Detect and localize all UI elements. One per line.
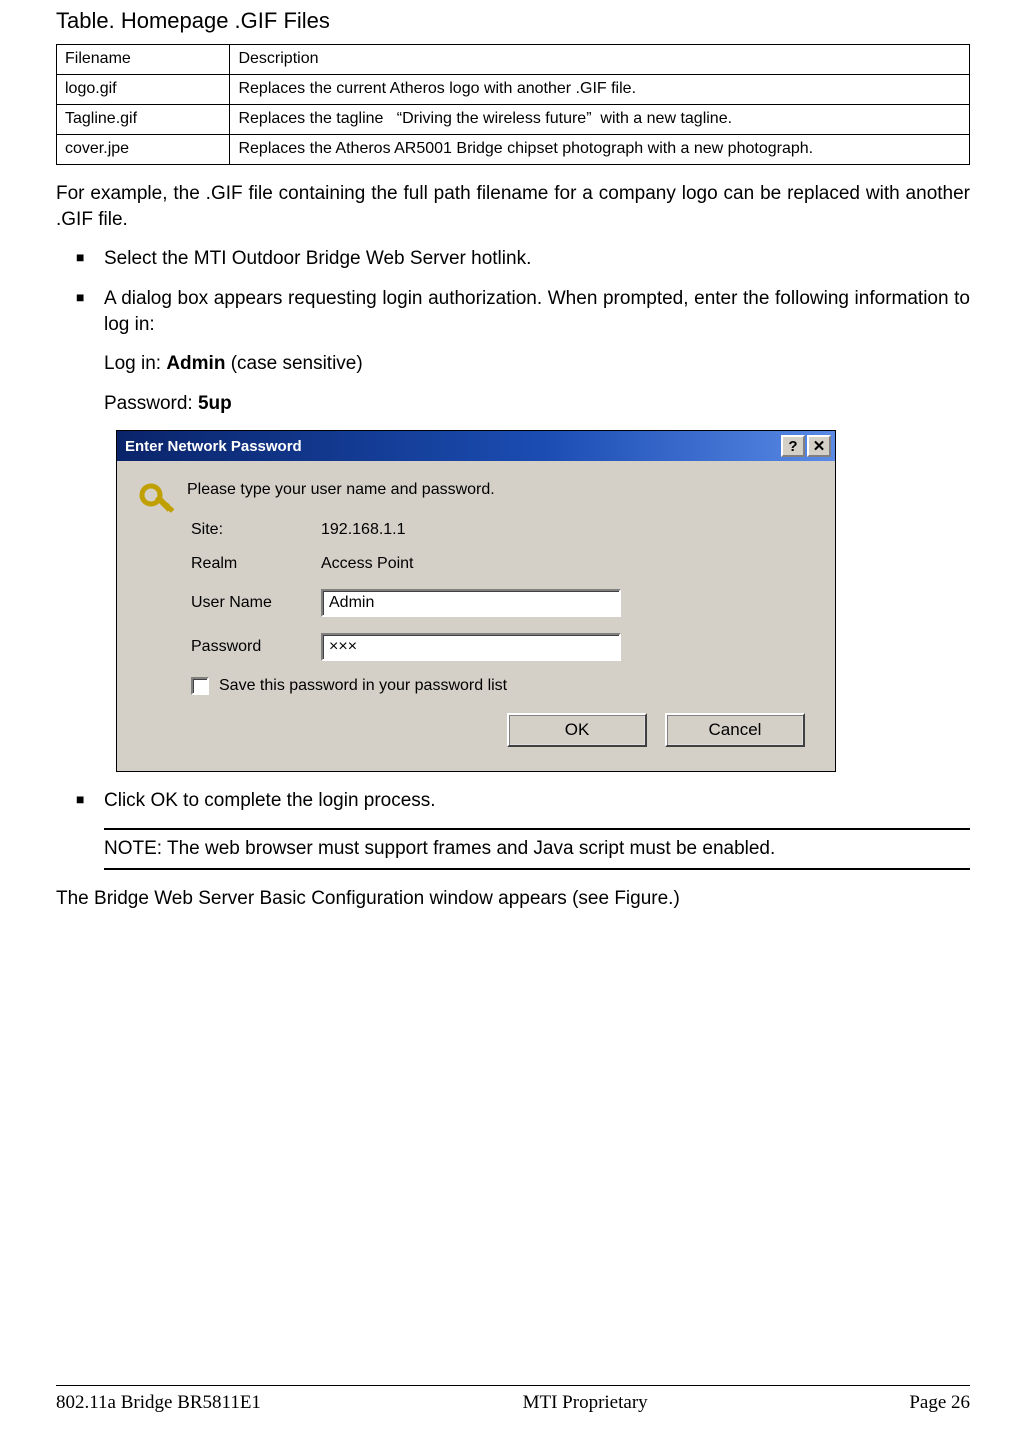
login-value: Admin	[166, 353, 225, 374]
outro-paragraph: The Bridge Web Server Basic Configuratio…	[56, 886, 970, 912]
gif-files-table: Filename Description logo.gif Replaces t…	[56, 44, 970, 165]
cell-filename: Tagline.gif	[57, 105, 230, 135]
table-row: cover.jpe Replaces the Atheros AR5001 Br…	[57, 135, 970, 165]
password-input[interactable]: ×××	[321, 633, 621, 661]
cancel-button[interactable]: Cancel	[665, 713, 805, 747]
close-button[interactable]: ✕	[807, 435, 831, 457]
table-title: Table. Homepage .GIF Files	[56, 8, 970, 34]
table-row: Tagline.gif Replaces the tagline “Drivin…	[57, 105, 970, 135]
cell-filename: cover.jpe	[57, 135, 230, 165]
key-icon	[137, 481, 187, 747]
ok-button[interactable]: OK	[507, 713, 647, 747]
col-filename: Filename	[57, 45, 230, 75]
site-label: Site:	[191, 521, 321, 539]
bullet-item: Select the MTI Outdoor Bridge Web Server…	[76, 246, 970, 272]
page-footer: 802.11a Bridge BR5811E1 MTI Proprietary …	[56, 1385, 970, 1414]
bullet-item: Click OK to complete the login process.	[76, 788, 970, 814]
cell-description: Replaces the tagline “Driving the wirele…	[230, 105, 970, 135]
site-value: 192.168.1.1	[321, 521, 815, 539]
realm-label: Realm	[191, 555, 321, 573]
cell-description: Replaces the Atheros AR5001 Bridge chips…	[230, 135, 970, 165]
realm-value: Access Point	[321, 555, 815, 573]
intro-paragraph: For example, the .GIF file containing th…	[56, 181, 970, 232]
login-prefix: Log in:	[104, 353, 166, 374]
bullet-item: A dialog box appears requesting login au…	[76, 286, 970, 337]
table-header-row: Filename Description	[57, 45, 970, 75]
save-password-checkbox[interactable]	[191, 677, 209, 695]
cell-filename: logo.gif	[57, 75, 230, 105]
username-label: User Name	[191, 594, 321, 612]
help-button[interactable]: ?	[781, 435, 805, 457]
dialog-titlebar: Enter Network Password ? ✕	[117, 431, 835, 461]
note-box: NOTE: The web browser must support frame…	[104, 828, 970, 870]
password-line: Password: 5up	[104, 391, 970, 417]
col-description: Description	[230, 45, 970, 75]
password-value: 5up	[198, 393, 232, 414]
dialog-title: Enter Network Password	[125, 438, 302, 455]
network-password-dialog: Enter Network Password ? ✕ Please typ	[116, 430, 836, 772]
dialog-message: Please type your user name and password.	[187, 481, 815, 499]
footer-left: 802.11a Bridge BR5811E1	[56, 1392, 261, 1414]
cell-description: Replaces the current Atheros logo with a…	[230, 75, 970, 105]
table-row: logo.gif Replaces the current Atheros lo…	[57, 75, 970, 105]
password-prefix: Password:	[104, 393, 198, 414]
footer-center: MTI Proprietary	[523, 1392, 648, 1414]
username-input[interactable]: Admin	[321, 589, 621, 617]
login-line: Log in: Admin (case sensitive)	[104, 351, 970, 377]
login-suffix: (case sensitive)	[225, 353, 362, 374]
save-password-label: Save this password in your password list	[219, 677, 507, 695]
footer-right: Page 26	[909, 1392, 970, 1414]
password-label: Password	[191, 638, 321, 656]
